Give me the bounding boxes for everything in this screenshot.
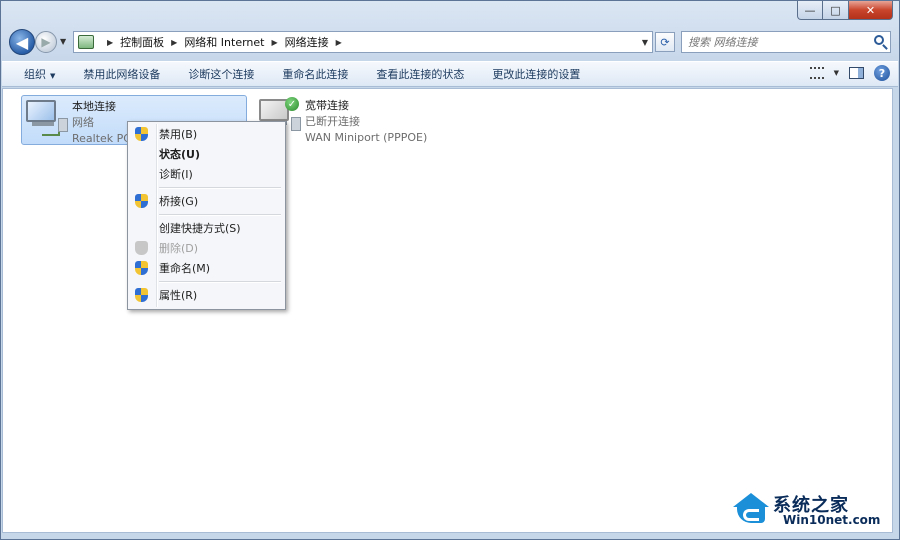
menu-item-disable[interactable]: 禁用(B) [130, 124, 283, 144]
toolbar-right: ▼ ? [809, 65, 890, 81]
connection-broadband[interactable]: ✓ 宽带连接 已断开连接 WAN Miniport (PPPOE) [255, 95, 475, 145]
menu-item-status[interactable]: 状态(U) [130, 144, 283, 164]
menu-item-label: 重命名(M) [159, 262, 211, 275]
maximize-button[interactable]: □ [823, 1, 849, 20]
network-adapter-icon [22, 96, 68, 142]
search-box [681, 31, 891, 53]
forward-button[interactable]: ▶ [35, 31, 57, 53]
menu-item-properties[interactable]: 属性(R) [130, 285, 283, 305]
chevron-down-icon[interactable]: ▼ [834, 69, 839, 77]
menu-item-label: 删除(D) [159, 242, 199, 255]
chevron-right-icon[interactable]: ▶ [171, 38, 177, 47]
address-dropdown-icon[interactable]: ▼ [642, 38, 648, 47]
explorer-window: — □ ✕ ◀ ▶ ▼ ▶ 控制面板 ▶ 网络和 Internet ▶ 网络连接… [0, 0, 900, 540]
vertical-scrollbar[interactable] [893, 88, 899, 533]
check-icon: ✓ [285, 97, 299, 111]
watermark: 系统之家 Win10net.com [731, 491, 891, 531]
menu-separator [159, 211, 283, 218]
view-options-icon[interactable] [809, 67, 824, 79]
watermark-site: Win10net.com [783, 513, 881, 527]
search-icon[interactable] [874, 35, 884, 45]
menu-item-label: 诊断(I) [159, 168, 193, 181]
breadcrumb-network-connections[interactable]: 网络连接 [285, 34, 329, 50]
organize-label: 组织 [24, 68, 46, 81]
menu-item-create-shortcut[interactable]: 创建快捷方式(S) [130, 218, 283, 238]
menu-item-label: 创建快捷方式(S) [159, 222, 241, 235]
menu-separator [159, 184, 283, 191]
view-status-button[interactable]: 查看此连接的状态 [362, 66, 478, 82]
menu-item-label: 状态(U) [159, 148, 200, 161]
connection-name: 本地连接 [72, 100, 116, 113]
change-settings-button[interactable]: 更改此连接的设置 [478, 66, 594, 82]
recent-pages-dropdown[interactable]: ▼ [60, 37, 66, 46]
connection-adapter: Realtek PC [72, 132, 131, 145]
search-input[interactable] [688, 35, 878, 49]
chevron-right-icon[interactable]: ▶ [336, 38, 342, 47]
context-menu: 禁用(B) 状态(U) 诊断(I) 桥接(G) 创建快捷方式(S) 删除(D) … [127, 121, 286, 310]
menu-separator [159, 278, 283, 285]
uac-shield-icon [135, 127, 148, 141]
connection-name: 宽带连接 [305, 99, 349, 112]
command-bar: 组织 ▼ 禁用此网络设备 诊断这个连接 重命名此连接 查看此连接的状态 更改此连接… [2, 61, 898, 87]
help-icon[interactable]: ? [874, 65, 890, 81]
back-button[interactable]: ◀ [9, 29, 35, 55]
connection-adapter: WAN Miniport (PPPOE) [305, 131, 428, 144]
disable-device-button[interactable]: 禁用此网络设备 [69, 66, 174, 82]
refresh-button[interactable]: ⟳ [655, 32, 675, 52]
uac-shield-icon [135, 241, 148, 255]
connection-status: 网络 [72, 116, 94, 129]
window-controls: — □ ✕ [797, 1, 893, 20]
close-button[interactable]: ✕ [849, 1, 893, 20]
menu-item-delete: 删除(D) [130, 238, 283, 258]
organize-menu[interactable]: 组织 ▼ [2, 66, 69, 82]
preview-pane-icon[interactable] [849, 67, 864, 79]
menu-item-label: 桥接(G) [159, 195, 199, 208]
menu-item-rename[interactable]: 重命名(M) [130, 258, 283, 278]
chevron-right-icon[interactable]: ▶ [107, 38, 113, 47]
chevron-down-icon: ▼ [50, 72, 56, 80]
menu-item-label: 禁用(B) [159, 128, 198, 141]
breadcrumb-control-panel[interactable]: 控制面板 [120, 34, 164, 50]
rename-connection-button[interactable]: 重命名此连接 [268, 66, 362, 82]
uac-shield-icon [135, 261, 148, 275]
menu-item-label: 属性(R) [159, 289, 198, 302]
diagnose-connection-button[interactable]: 诊断这个连接 [174, 66, 268, 82]
control-panel-icon [78, 35, 94, 49]
minimize-button[interactable]: — [797, 1, 823, 20]
breadcrumb-network-internet[interactable]: 网络和 Internet [184, 34, 264, 50]
uac-shield-icon [135, 194, 148, 208]
connection-status: 已断开连接 [305, 115, 360, 128]
house-logo-icon [731, 493, 769, 525]
address-row: ◀ ▶ ▼ ▶ 控制面板 ▶ 网络和 Internet ▶ 网络连接 ▶ ▼ ⟳ [9, 29, 891, 55]
uac-shield-icon [135, 288, 148, 302]
menu-item-bridge[interactable]: 桥接(G) [130, 191, 283, 211]
chevron-right-icon[interactable]: ▶ [272, 38, 278, 47]
address-bar[interactable]: ▶ 控制面板 ▶ 网络和 Internet ▶ 网络连接 ▶ ▼ [73, 31, 653, 53]
menu-item-diagnose[interactable]: 诊断(I) [130, 164, 283, 184]
